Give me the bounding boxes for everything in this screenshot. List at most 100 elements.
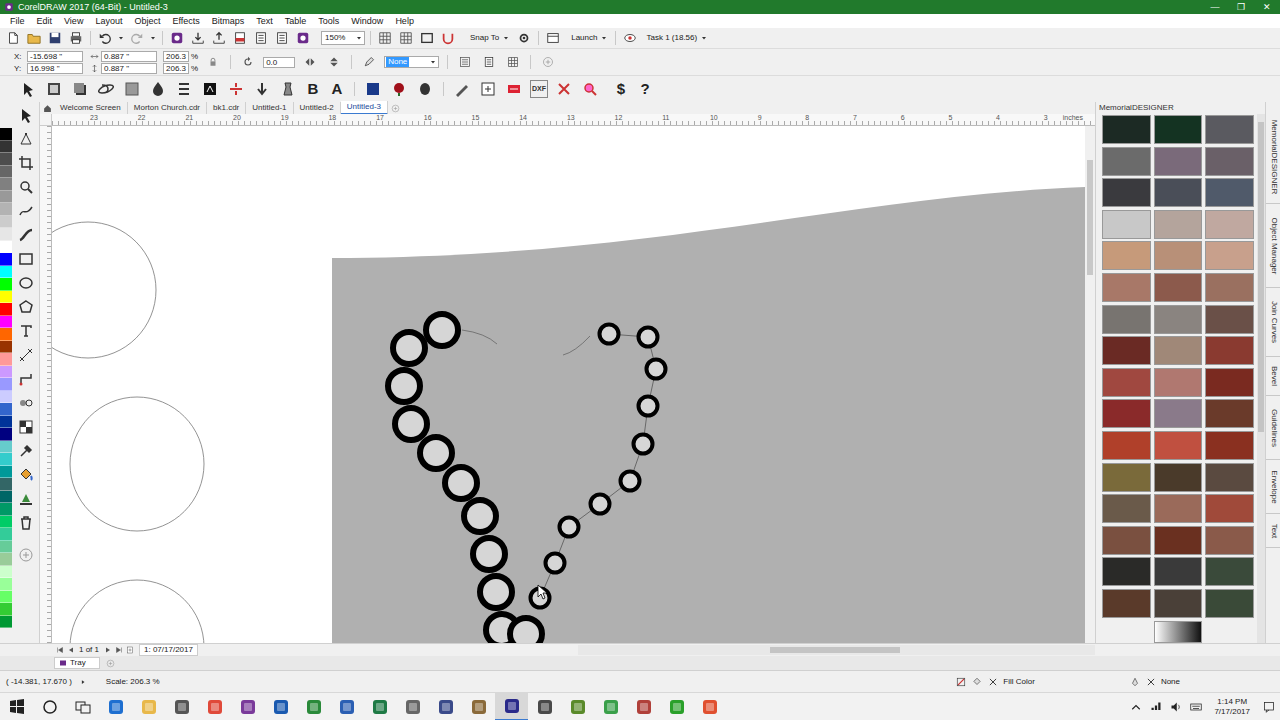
palette-swatch[interactable]: [0, 491, 12, 504]
open-folder-icon[interactable]: [25, 29, 43, 47]
redo-icon[interactable]: [128, 29, 146, 47]
table-grid-icon[interactable]: [397, 29, 415, 47]
eyedropper-icon[interactable]: [15, 442, 37, 460]
chevron-up-icon[interactable]: [1126, 693, 1146, 720]
material-swatch[interactable]: [1205, 463, 1254, 492]
size-field[interactable]: 0.887 ": [101, 51, 157, 62]
docker-scrollbar[interactable]: [1257, 114, 1265, 643]
eye-icon[interactable]: [621, 29, 639, 47]
last-icon[interactable]: [113, 644, 124, 656]
material-swatch[interactable]: [1154, 399, 1203, 428]
export-icon[interactable]: [210, 29, 228, 47]
freehand-icon[interactable]: [15, 202, 37, 220]
material-swatch[interactable]: [1102, 526, 1151, 555]
palette-swatch[interactable]: [0, 328, 12, 341]
docker-tab-label[interactable]: Text: [1269, 523, 1279, 538]
tray-tab[interactable]: Tray: [54, 657, 100, 669]
gray-block-icon[interactable]: [122, 79, 142, 99]
palette-swatch[interactable]: [0, 616, 12, 629]
dropdown-icon[interactable]: [428, 57, 438, 67]
shape-icon[interactable]: [15, 130, 37, 148]
scrollbar-thumb[interactable]: [1087, 160, 1093, 275]
app-icon[interactable]: [594, 693, 627, 720]
clock-date[interactable]: 7/17/2017: [1214, 707, 1250, 717]
palette-swatch[interactable]: [0, 378, 12, 391]
dropdown-icon[interactable]: [600, 29, 610, 47]
material-swatch[interactable]: [1205, 526, 1254, 555]
app-icon[interactable]: [429, 693, 462, 720]
menu-item[interactable]: Table: [279, 14, 313, 28]
dropdown-icon[interactable]: [354, 32, 364, 44]
docker-tab-label[interactable]: MemorialDESIGNER: [1269, 119, 1279, 194]
material-swatch[interactable]: [1102, 241, 1151, 270]
document-tab[interactable]: bk1.cdr: [207, 102, 246, 114]
palette-swatch[interactable]: [0, 441, 12, 454]
material-swatch[interactable]: [1205, 305, 1254, 334]
menu-item[interactable]: Window: [345, 14, 389, 28]
docker-tab-label[interactable]: Object Manager: [1269, 217, 1279, 274]
magnify-red-icon[interactable]: [580, 79, 600, 99]
position-field[interactable]: 16.998 ": [27, 63, 83, 74]
palette-swatch[interactable]: [0, 153, 12, 166]
app-icon[interactable]: [693, 693, 726, 720]
arrow-down-icon[interactable]: [252, 79, 272, 99]
menu-item[interactable]: Layout: [89, 14, 128, 28]
page-tab[interactable]: 1: 07/17/2017: [139, 644, 198, 656]
clock[interactable]: 1:14 PM7/17/2017: [1206, 697, 1258, 717]
palette-swatch[interactable]: [0, 366, 12, 379]
plus-icon[interactable]: [15, 546, 37, 564]
docker-tab[interactable]: Text: [1266, 514, 1280, 548]
docker-tab[interactable]: Bevel: [1266, 357, 1280, 396]
app-icon[interactable]: [231, 693, 264, 720]
material-swatch[interactable]: [1205, 147, 1254, 176]
snap-icon[interactable]: [439, 29, 457, 47]
palette-swatch[interactable]: [0, 566, 12, 579]
keyboard-icon[interactable]: [1186, 693, 1206, 720]
app-icon[interactable]: [132, 693, 165, 720]
frame-black-icon[interactable]: [200, 79, 220, 99]
artistic-icon[interactable]: [15, 226, 37, 244]
docker-tab-label[interactable]: Guidelines: [1269, 409, 1279, 447]
launch-button[interactable]: Launch: [571, 32, 597, 44]
launch-icon[interactable]: [544, 29, 562, 47]
scrollbar-thumb[interactable]: [1258, 122, 1264, 432]
palette-swatch[interactable]: [0, 528, 12, 541]
crop-icon[interactable]: [15, 154, 37, 172]
fill-swatch-icon[interactable]: [955, 676, 967, 688]
material-swatch[interactable]: [1154, 557, 1203, 586]
windows-logo-icon[interactable]: [0, 693, 33, 720]
material-swatch[interactable]: [1154, 178, 1203, 207]
menu-item[interactable]: File: [4, 14, 31, 28]
rectangle-icon[interactable]: [418, 29, 436, 47]
palette-swatch[interactable]: [0, 466, 12, 479]
dxf-button[interactable]: DXF: [530, 80, 548, 98]
material-swatch[interactable]: [1154, 336, 1203, 365]
palette-swatch[interactable]: [0, 203, 12, 216]
material-swatch[interactable]: [1154, 273, 1203, 302]
material-swatch[interactable]: [1205, 494, 1254, 523]
pdf-icon[interactable]: [231, 29, 249, 47]
docker-tab[interactable]: Envelope: [1266, 460, 1280, 514]
wrap-icon[interactable]: [456, 53, 474, 71]
rose-icon[interactable]: [389, 79, 409, 99]
fill-bucket-icon[interactable]: [971, 676, 983, 688]
transparency-icon[interactable]: [15, 418, 37, 436]
docker-tab-label[interactable]: Envelope: [1269, 470, 1279, 503]
menu-item[interactable]: View: [58, 14, 89, 28]
add-box-icon[interactable]: [478, 79, 498, 99]
app-icon[interactable]: [561, 693, 594, 720]
menu-item[interactable]: Object: [128, 14, 166, 28]
palette-swatch[interactable]: [0, 591, 12, 604]
material-swatch[interactable]: [1102, 115, 1151, 144]
zoom-field[interactable]: 150%: [321, 31, 365, 45]
arrow-v-icon[interactable]: [89, 63, 99, 73]
material-swatch[interactable]: [1205, 115, 1254, 144]
search-circle-icon[interactable]: [33, 693, 66, 720]
page-icon[interactable]: [480, 53, 498, 71]
docker-tab-label[interactable]: Join Curves: [1269, 301, 1279, 343]
price-button[interactable]: $: [612, 80, 630, 98]
pen-nib-icon[interactable]: [1129, 676, 1141, 688]
palette-swatch[interactable]: [0, 253, 12, 266]
app-icon[interactable]: [495, 693, 528, 720]
drawing-canvas[interactable]: [52, 126, 1085, 643]
